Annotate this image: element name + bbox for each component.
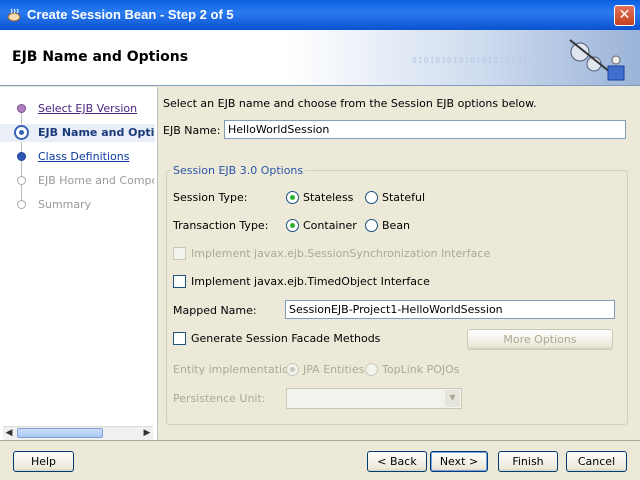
back-button[interactable]: < Back (367, 451, 427, 472)
instructions-text: Select an EJB name and choose from the S… (163, 97, 537, 110)
wizard-header: EJB Name and Options 0101010101010101010… (0, 30, 640, 86)
transaction-type-label: Transaction Type: (173, 219, 269, 232)
close-button[interactable]: ✕ (614, 5, 635, 26)
close-icon: ✕ (618, 7, 631, 23)
ejb-name-input[interactable]: HelloWorldSession (224, 120, 626, 139)
scroll-thumb[interactable] (17, 428, 103, 438)
jpa-entities-radio (286, 363, 299, 376)
toplink-pojos-label: TopLink POJOs (382, 363, 460, 376)
step-next-icon (17, 152, 26, 161)
window-title: Create Session Bean - Step 2 of 5 (27, 7, 234, 22)
step-current-icon (14, 125, 29, 140)
step-disabled-icon (17, 176, 26, 185)
jpa-entities-label: JPA Entities (303, 363, 365, 376)
step-disabled-icon (17, 200, 26, 209)
generate-facade-label[interactable]: Generate Session Facade Methods (191, 332, 380, 345)
more-options-button[interactable]: More Options (467, 329, 613, 350)
session-options-group-title: Session EJB 3.0 Options (171, 164, 306, 177)
timed-object-label[interactable]: Implement javax.ejb.TimedObject Interfac… (191, 275, 430, 288)
help-label: Help (30, 455, 57, 468)
step-class-definitions[interactable]: Class Definitions (0, 148, 155, 166)
generate-facade-checkbox[interactable] (173, 332, 186, 345)
steps-horizontal-scrollbar[interactable]: ◀ ▶ (3, 426, 153, 440)
back-label: < Back (377, 455, 417, 468)
stateful-radio-label[interactable]: Stateful (382, 191, 425, 204)
wizard-steps-panel: Select EJB Version EJB Name and Options … (0, 87, 158, 440)
bean-radio-label[interactable]: Bean (382, 219, 410, 232)
container-radio[interactable] (286, 219, 299, 232)
container-radio-label[interactable]: Container (303, 219, 357, 232)
session-options-group (166, 170, 628, 425)
step-select-ejb-version[interactable]: Select EJB Version (0, 100, 155, 118)
next-label: Next > (439, 455, 479, 468)
coffee-cup-icon (7, 8, 21, 22)
step-label: EJB Name and Options (38, 126, 154, 139)
step-done-icon (17, 104, 26, 113)
stateful-radio[interactable] (365, 191, 378, 204)
step-label: Class Definitions (38, 150, 130, 163)
step-ejb-name-and-options[interactable]: EJB Name and Options (0, 124, 155, 142)
entity-impl-label: Entity implementation: (173, 363, 300, 376)
ejb-name-label: EJB Name: (163, 124, 221, 137)
step-label: EJB Home and Component Interfaces (38, 174, 154, 187)
bottom-separator (0, 440, 640, 441)
session-sync-label: Implement javax.ejb.SessionSynchronizati… (191, 247, 491, 260)
window-titlebar[interactable]: Create Session Bean - Step 2 of 5 ✕ (0, 0, 640, 30)
toplink-pojos-radio (365, 363, 378, 376)
next-button[interactable]: Next > (430, 451, 488, 472)
stateless-radio[interactable] (286, 191, 299, 204)
mapped-name-label: Mapped Name: (173, 304, 257, 317)
wizard-content: Select an EJB name and choose from the S… (158, 87, 640, 440)
more-options-label: More Options (503, 333, 577, 346)
stateless-radio-label[interactable]: Stateless (303, 191, 353, 204)
chevron-down-icon: ▼ (445, 390, 460, 407)
help-button[interactable]: Help (13, 451, 74, 472)
mapped-name-input[interactable]: SessionEJB-Project1-HelloWorldSession (285, 300, 615, 319)
cancel-label: Cancel (577, 455, 616, 468)
timed-object-checkbox[interactable] (173, 275, 186, 288)
session-sync-checkbox (173, 247, 186, 260)
finish-label: Finish (512, 455, 544, 468)
step-summary: Summary (0, 196, 155, 214)
finish-button[interactable]: Finish (498, 451, 558, 472)
persistence-unit-select: ▼ (286, 388, 462, 409)
page-title: EJB Name and Options (12, 49, 189, 65)
scroll-left-icon[interactable]: ◀ (3, 427, 15, 440)
session-type-label: Session Type: (173, 191, 248, 204)
step-ejb-home-component: EJB Home and Component Interfaces (0, 172, 155, 190)
ejb-wizard-graphic-icon (569, 39, 625, 81)
scroll-right-icon[interactable]: ▶ (141, 427, 153, 440)
persistence-unit-label: Persistence Unit: (173, 392, 266, 405)
step-label: Select EJB Version (38, 102, 138, 115)
cancel-button[interactable]: Cancel (566, 451, 627, 472)
step-label: Summary (38, 198, 92, 211)
bean-radio[interactable] (365, 219, 378, 232)
